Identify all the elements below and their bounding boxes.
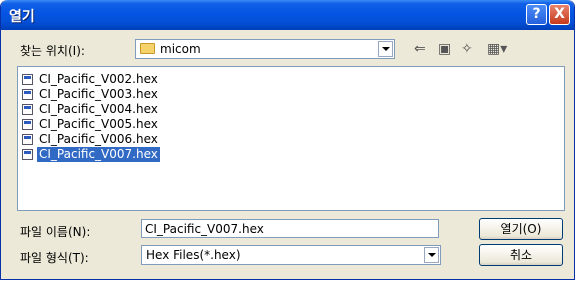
hex-file-icon xyxy=(22,74,33,85)
chevron-down-icon[interactable] xyxy=(424,247,439,263)
filetype-value: Hex Files(*.hex) xyxy=(146,248,241,262)
help-button[interactable]: ? xyxy=(526,4,547,25)
window-title: 열기 xyxy=(9,9,35,25)
file-name: CI_Pacific_V005.hex xyxy=(39,117,158,131)
open-button[interactable]: 열기(O) xyxy=(479,218,563,240)
file-name: CI_Pacific_V007.hex xyxy=(37,147,160,162)
new-folder-icon[interactable]: ✧ xyxy=(461,41,473,57)
hex-file-icon xyxy=(22,149,33,160)
lookin-label: 찾는 위치(I): xyxy=(20,44,85,58)
back-arrow-icon[interactable]: ⇐ xyxy=(414,41,426,57)
view-menu-icon[interactable]: ▦▾ xyxy=(487,41,507,57)
folder-icon xyxy=(140,43,155,54)
close-button[interactable]: X xyxy=(549,4,570,25)
hex-file-icon xyxy=(22,104,33,115)
hex-file-icon xyxy=(22,119,33,130)
lookin-value: micom xyxy=(160,42,201,56)
lookin-dropdown[interactable]: micom xyxy=(135,39,395,59)
filename-field[interactable]: CI_Pacific_V007.hex xyxy=(141,219,439,238)
hex-file-icon xyxy=(22,89,33,100)
filename-value: CI_Pacific_V007.hex xyxy=(145,222,264,236)
hex-file-icon xyxy=(22,134,33,145)
open-dialog: 열기 ? X 찾는 위치(I): micom ⇐ ▣ ✧ ▦▾ CI_Pacif… xyxy=(0,0,575,280)
file-name: CI_Pacific_V006.hex xyxy=(39,132,158,146)
file-list[interactable]: CI_Pacific_V002.hex CI_Pacific_V003.hex CI… xyxy=(17,66,565,211)
file-name: CI_Pacific_V002.hex xyxy=(39,72,158,86)
file-name: CI_Pacific_V004.hex xyxy=(39,102,158,116)
chevron-down-icon[interactable] xyxy=(378,41,393,57)
filename-label: 파일 이름(N): xyxy=(20,225,91,239)
filetype-label: 파일 형식(T): xyxy=(20,251,89,265)
title-bar[interactable]: 열기 ? X xyxy=(1,0,574,30)
up-folder-icon[interactable]: ▣ xyxy=(438,41,451,57)
file-name: CI_Pacific_V003.hex xyxy=(39,87,158,101)
cancel-button[interactable]: 취소 xyxy=(479,244,563,266)
filetype-dropdown[interactable]: Hex Files(*.hex) xyxy=(141,245,441,265)
